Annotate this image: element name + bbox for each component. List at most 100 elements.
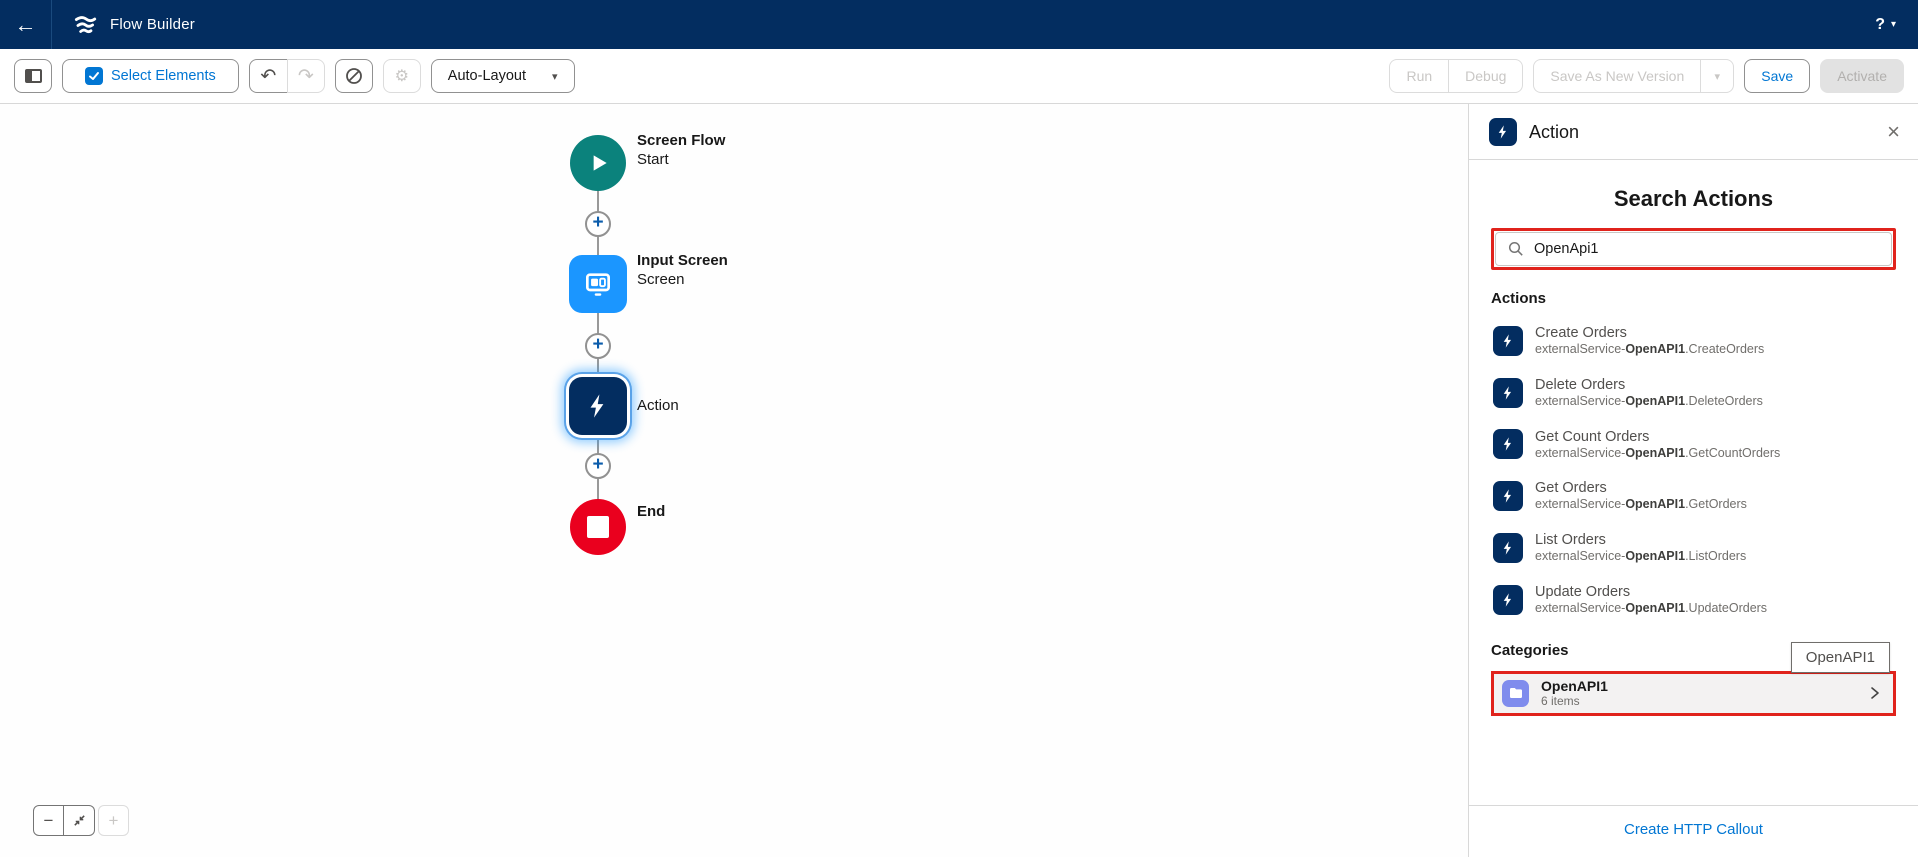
actions-section-heading: Actions [1491, 290, 1896, 307]
lightning-icon [1493, 429, 1523, 459]
screen-node-label: Input Screen Screen [637, 252, 728, 288]
add-element-button-2[interactable]: + [585, 333, 611, 359]
action-list-item[interactable]: Update Orders externalService-OpenAPI1.U… [1491, 578, 1896, 622]
action-item-subtitle: externalService-OpenAPI1.ListOrders [1535, 549, 1746, 565]
subtitle-bold: OpenAPI1 [1625, 549, 1685, 563]
subtitle-suffix: .CreateOrders [1685, 342, 1764, 356]
debug-button[interactable]: Debug [1448, 59, 1523, 93]
add-element-button-1[interactable]: + [585, 211, 611, 237]
action-node-selected[interactable] [569, 377, 627, 435]
start-node-title: Screen Flow [637, 132, 725, 149]
lightning-icon [1493, 533, 1523, 563]
action-item-title: List Orders [1535, 531, 1746, 549]
search-field [1495, 232, 1892, 266]
end-node-text: End [637, 503, 665, 520]
subtitle-prefix: externalService- [1535, 601, 1625, 615]
action-list-item[interactable]: Get Orders externalService-OpenAPI1.GetO… [1491, 474, 1896, 518]
subtitle-suffix: .ListOrders [1685, 549, 1746, 563]
end-node[interactable] [570, 499, 626, 555]
add-element-button-3[interactable]: + [585, 453, 611, 479]
subtitle-bold: OpenAPI1 [1625, 446, 1685, 460]
panel-title: Action [1529, 122, 1579, 143]
flow-canvas[interactable]: Screen Flow Start + Input Screen Screen [0, 104, 1468, 857]
action-lightning-icon [1489, 118, 1517, 146]
disable-flow-button[interactable] [335, 59, 373, 93]
screen-node-subtitle: Screen [637, 271, 728, 288]
action-node-label: Action [637, 397, 679, 414]
save-options-button[interactable]: ▾ [1700, 59, 1734, 93]
action-item-subtitle: externalService-OpenAPI1.UpdateOrders [1535, 601, 1767, 617]
undo-button[interactable]: ↶ [249, 59, 287, 93]
help-menu[interactable]: ? ▾ [1875, 16, 1896, 34]
subtitle-bold: OpenAPI1 [1625, 601, 1685, 615]
settings-button[interactable]: ⚙ [383, 59, 421, 93]
activate-button[interactable]: Activate [1820, 59, 1904, 93]
folder-icon [1502, 680, 1529, 707]
category-name: OpenAPI1 [1541, 678, 1608, 695]
save-label: Save [1761, 68, 1793, 84]
action-item-subtitle: externalService-OpenAPI1.DeleteOrders [1535, 394, 1763, 410]
subtitle-prefix: externalService- [1535, 394, 1625, 408]
screen-node-title: Input Screen [637, 252, 728, 269]
subtitle-prefix: externalService- [1535, 497, 1625, 511]
play-icon [585, 150, 611, 176]
back-button[interactable]: ← [0, 0, 52, 49]
action-item-title: Create Orders [1535, 324, 1764, 342]
start-node[interactable] [570, 135, 626, 191]
screen-node[interactable] [569, 255, 627, 313]
save-as-new-version-label: Save As New Version [1550, 68, 1684, 84]
subtitle-suffix: .GetOrders [1685, 497, 1747, 511]
zoom-in-button[interactable]: + [98, 805, 129, 836]
action-item-title: Update Orders [1535, 583, 1767, 601]
subtitle-prefix: externalService- [1535, 549, 1625, 563]
plus-icon: + [109, 811, 119, 831]
redo-button[interactable]: ↷ [287, 59, 325, 93]
action-item-text: Get Orders externalService-OpenAPI1.GetO… [1535, 479, 1747, 513]
screen-icon [582, 268, 614, 300]
action-list-item[interactable]: Create Orders externalService-OpenAPI1.C… [1491, 319, 1896, 363]
action-list-item[interactable]: Get Count Orders externalService-OpenAPI… [1491, 423, 1896, 467]
subtitle-prefix: externalService- [1535, 446, 1625, 460]
toggle-panel-button[interactable] [14, 59, 52, 93]
select-elements-button[interactable]: Select Elements [62, 59, 239, 93]
subtitle-bold: OpenAPI1 [1625, 342, 1685, 356]
zoom-out-button[interactable]: − [33, 805, 64, 836]
category-openapi1-row[interactable]: OpenAPI1 6 items [1491, 671, 1896, 716]
lightning-icon [1493, 326, 1523, 356]
category-text: OpenAPI1 6 items [1541, 678, 1608, 709]
action-item-title: Get Count Orders [1535, 428, 1780, 446]
app-title: Flow Builder [110, 16, 195, 33]
search-actions-input[interactable] [1534, 241, 1879, 257]
actions-list: Create Orders externalService-OpenAPI1.C… [1491, 319, 1896, 622]
select-elements-label: Select Elements [111, 68, 216, 84]
fit-to-view-button[interactable] [64, 805, 95, 836]
action-list-item[interactable]: List Orders externalService-OpenAPI1.Lis… [1491, 526, 1896, 570]
action-node-text: Action [637, 397, 679, 414]
panel-body: Search Actions Actions [1469, 160, 1918, 805]
main-area: Screen Flow Start + Input Screen Screen [0, 104, 1918, 857]
category-tooltip: OpenAPI1 [1791, 642, 1890, 673]
search-icon [1508, 241, 1524, 257]
help-icon: ? [1875, 16, 1885, 34]
subtitle-bold: OpenAPI1 [1625, 497, 1685, 511]
create-http-callout-link[interactable]: Create HTTP Callout [1624, 821, 1763, 838]
close-icon[interactable]: × [1887, 121, 1900, 143]
action-item-text: Update Orders externalService-OpenAPI1.U… [1535, 583, 1767, 617]
category-count: 6 items [1541, 694, 1608, 708]
auto-layout-select[interactable]: Auto-Layout ▾ [431, 59, 575, 93]
slash-circle-icon [345, 67, 363, 85]
action-item-text: Get Count Orders externalService-OpenAPI… [1535, 428, 1780, 462]
run-button[interactable]: Run [1389, 59, 1448, 93]
save-button[interactable]: Save [1744, 59, 1810, 93]
zoom-controls: − + [33, 805, 129, 836]
chevron-down-icon: ▾ [1715, 70, 1721, 83]
subtitle-suffix: .UpdateOrders [1685, 601, 1767, 615]
save-as-new-version-button[interactable]: Save As New Version [1533, 59, 1700, 93]
activate-label: Activate [1837, 68, 1887, 84]
flow-toolbar: Select Elements ↶ ↷ ⚙ Auto-Layout ▾ [0, 49, 1918, 104]
subtitle-prefix: externalService- [1535, 342, 1625, 356]
gear-icon: ⚙ [395, 66, 409, 86]
start-node-subtitle: Start [637, 151, 725, 168]
action-list-item[interactable]: Delete Orders externalService-OpenAPI1.D… [1491, 371, 1896, 415]
lightning-icon [1493, 481, 1523, 511]
